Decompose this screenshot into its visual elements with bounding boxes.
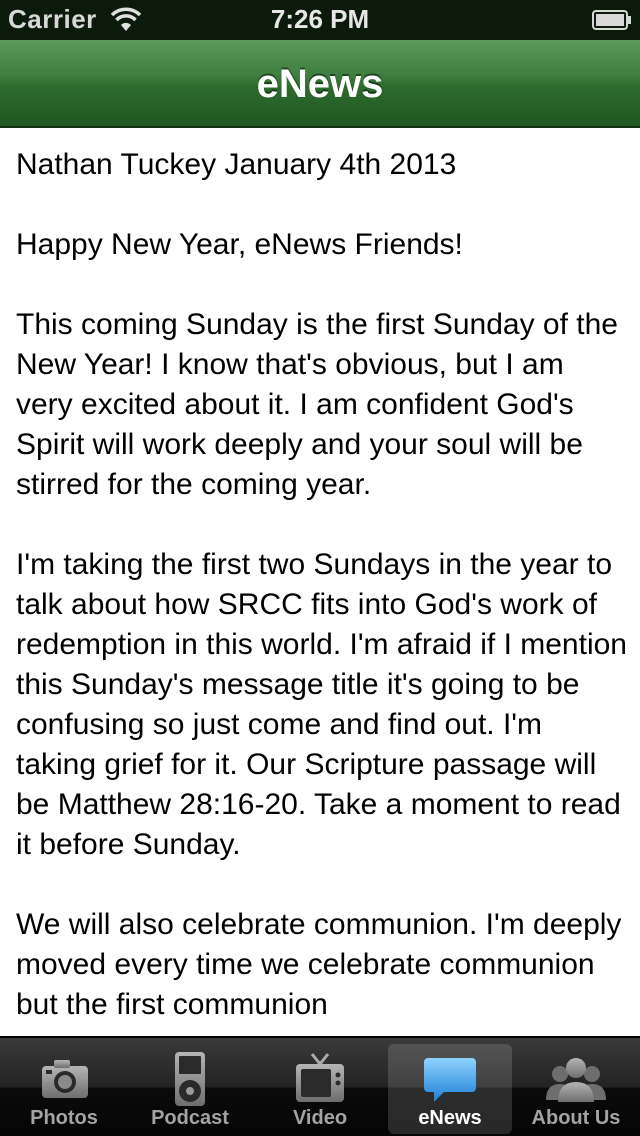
tab-label: About Us xyxy=(531,1107,621,1129)
tab-photos[interactable]: Photos xyxy=(2,1044,126,1134)
tab-label: Video xyxy=(292,1107,348,1129)
tab-podcast[interactable]: Podcast xyxy=(128,1044,252,1134)
people-icon xyxy=(546,1058,606,1102)
camera-icon xyxy=(42,1060,88,1098)
article-paragraph: Happy New Year, eNews Friends! xyxy=(16,228,463,261)
tab-label: Photos xyxy=(30,1107,98,1129)
ipod-icon xyxy=(175,1052,205,1106)
tab-bar: Photos Podcast Video eNews About Us xyxy=(0,1036,640,1136)
status-bar: Carrier 7:26 PM xyxy=(0,0,640,40)
nav-bar: eNews xyxy=(0,40,640,128)
battery-icon xyxy=(592,10,631,30)
article-paragraph: This coming Sunday is the first Sunday o… xyxy=(16,308,618,501)
page-title: eNews xyxy=(256,62,384,106)
tv-icon xyxy=(296,1053,344,1102)
article-scroll-view[interactable]: Nathan Tuckey January 4th 2013 Happy New… xyxy=(0,128,640,1036)
article-paragraph: I'm taking the first two Sundays in the … xyxy=(16,548,627,861)
speech-bubble-icon xyxy=(424,1058,476,1102)
tab-video[interactable]: Video xyxy=(258,1044,382,1134)
status-time: 7:26 PM xyxy=(270,4,370,34)
article-paragraph: Nathan Tuckey January 4th 2013 xyxy=(16,148,457,181)
screen: Carrier 7:26 PM eNews Nathan Tuckey Janu… xyxy=(0,0,640,1136)
article-paragraph: We will also celebrate communion. I'm de… xyxy=(16,908,622,1021)
tab-label: Podcast xyxy=(151,1107,229,1129)
article-body: Nathan Tuckey January 4th 2013 Happy New… xyxy=(16,145,628,1036)
tab-about-us[interactable]: About Us xyxy=(514,1044,638,1134)
tab-label: eNews xyxy=(418,1107,482,1129)
tab-enews[interactable]: eNews xyxy=(388,1044,512,1134)
